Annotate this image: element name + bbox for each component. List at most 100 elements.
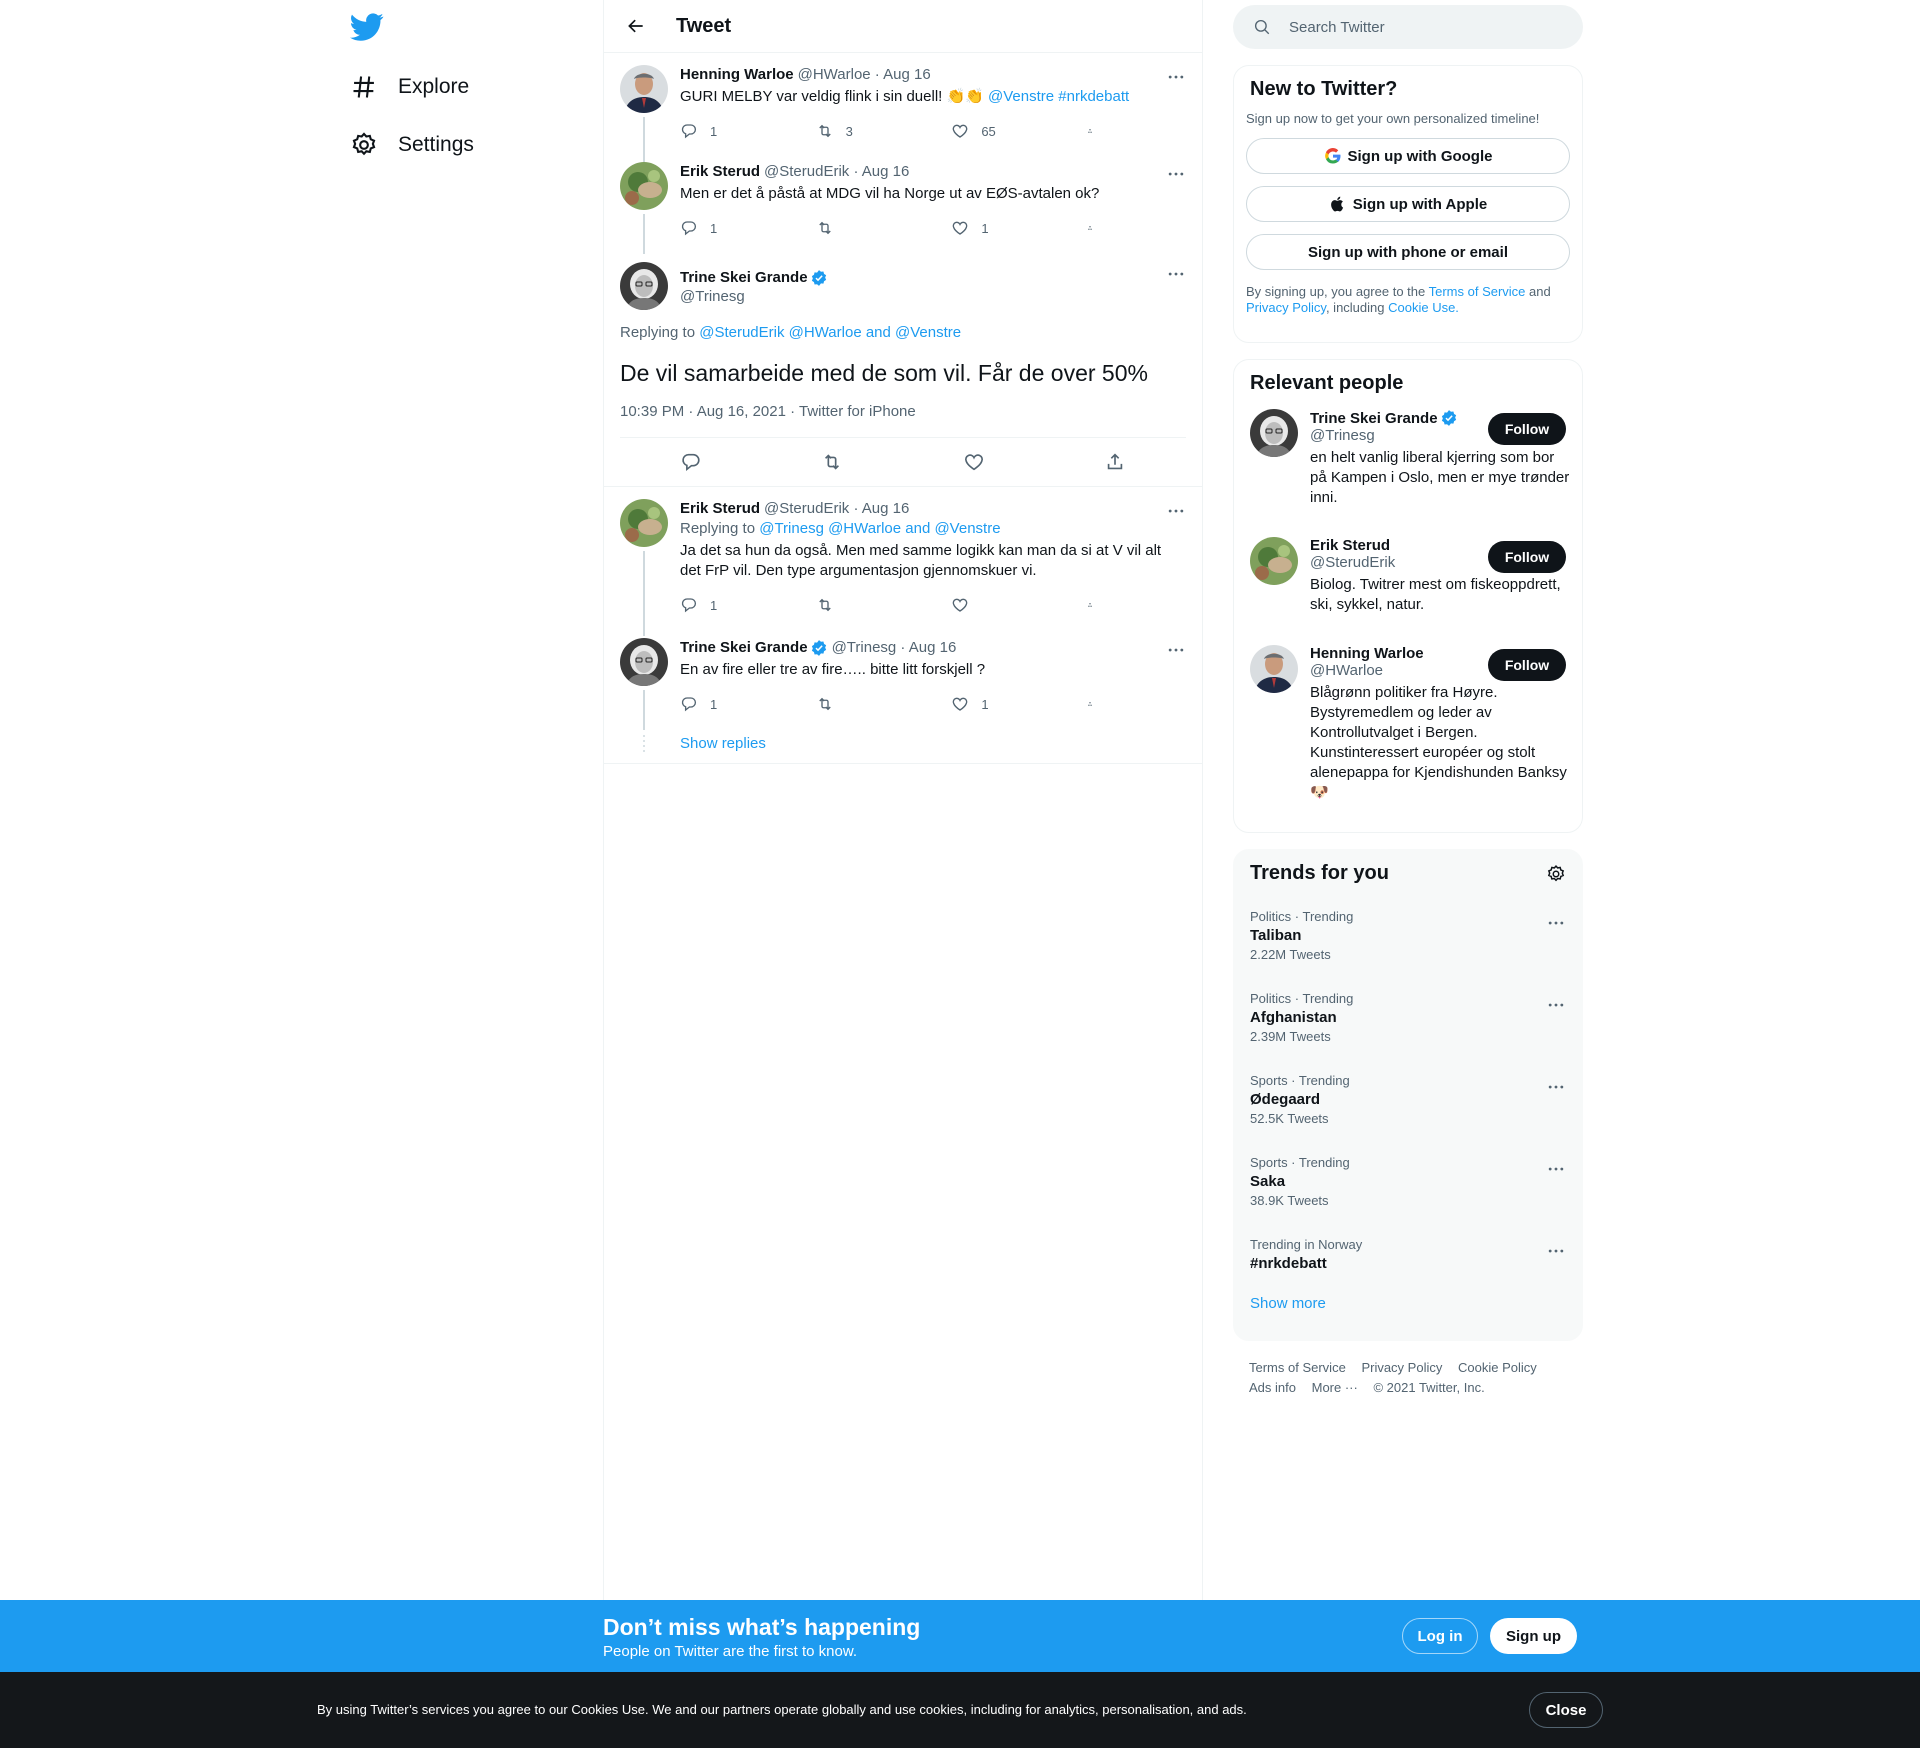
replying-to-users[interactable]: @SterudErik @HWarloe and @Venstre <box>699 324 961 341</box>
login-button[interactable]: Log in <box>1402 1618 1478 1654</box>
person-item[interactable]: Follow Erik Sterud @SterudErik Biolog. T… <box>1234 537 1582 645</box>
author-name[interactable]: Trine Skei Grande <box>680 638 808 658</box>
author-handle[interactable]: @Trinesg <box>680 288 1186 305</box>
avatar[interactable] <box>1250 537 1298 585</box>
retweet-button[interactable] <box>816 596 922 614</box>
more-icon[interactable] <box>1546 913 1566 933</box>
reply-button[interactable]: 1 <box>680 219 786 237</box>
signup-google-button[interactable]: Sign up with Google <box>1246 138 1570 174</box>
trend-item[interactable]: Sports · Trending Saka 38.9K Tweets <box>1234 1143 1582 1225</box>
author-meta[interactable]: @SterudErik · Aug 16 <box>764 499 909 519</box>
avatar[interactable] <box>620 499 668 547</box>
more-icon[interactable] <box>1166 264 1186 284</box>
retweet-button[interactable] <box>816 219 922 237</box>
avatar[interactable] <box>1250 645 1298 693</box>
search-input[interactable] <box>1289 18 1569 36</box>
replying-to-users[interactable]: @Trinesg @HWarloe and @Venstre <box>759 520 1000 537</box>
footer-cookie-link[interactable]: Cookie Policy <box>1458 1360 1537 1375</box>
share-icon[interactable] <box>1104 451 1126 473</box>
trend-item[interactable]: Sports · Trending Ødegaard 52.5K Tweets <box>1234 1061 1582 1143</box>
nav-explore[interactable]: Explore <box>350 67 469 107</box>
footer-more-link[interactable]: More ··· <box>1312 1380 1358 1395</box>
more-icon[interactable] <box>1166 164 1186 184</box>
follow-button[interactable]: Follow <box>1488 649 1566 681</box>
person-item[interactable]: Follow Trine Skei Grande @Trinesg en hel… <box>1234 409 1582 537</box>
show-more-link[interactable]: Show more <box>1234 1287 1582 1320</box>
more-icon[interactable] <box>1166 67 1186 87</box>
tweet-links[interactable]: @Venstre #nrkdebatt <box>988 88 1129 105</box>
trend-item[interactable]: Politics · Trending Afghanistan 2.39M Tw… <box>1234 979 1582 1061</box>
tweet[interactable]: Trine Skei Grande @Trinesg · Aug 16 En a… <box>604 626 1202 730</box>
avatar[interactable] <box>620 638 668 686</box>
twitter-logo-icon[interactable] <box>350 10 384 44</box>
like-button[interactable]: 1 <box>951 219 1057 237</box>
more-icon[interactable] <box>1546 1077 1566 1097</box>
gear-icon[interactable] <box>1546 864 1566 884</box>
cookie-use-link[interactable]: Cookie Use. <box>1388 300 1459 315</box>
author-meta[interactable]: @SterudErik · Aug 16 <box>764 162 909 182</box>
show-replies-link[interactable]: Show replies <box>604 724 1202 764</box>
more-icon[interactable] <box>1166 640 1186 660</box>
footer-terms-link[interactable]: Terms of Service <box>1249 1360 1346 1375</box>
signup-apple-button[interactable]: Sign up with Apple <box>1246 186 1570 222</box>
avatar[interactable] <box>620 162 668 210</box>
reply-count: 1 <box>710 696 718 712</box>
tweet-actions: 1 3 65 <box>680 111 1105 151</box>
back-button[interactable] <box>618 8 654 44</box>
share-button[interactable] <box>1087 596 1105 614</box>
more-icon[interactable] <box>1546 1241 1566 1261</box>
person-item[interactable]: Follow Henning Warloe @HWarloe Blågrønn … <box>1234 645 1582 815</box>
follow-button[interactable]: Follow <box>1488 413 1566 445</box>
person-name[interactable]: Erik Sterud <box>1310 537 1390 554</box>
replying-to-label: Replying to <box>620 324 696 341</box>
terms-link[interactable]: Terms of Service <box>1429 284 1526 299</box>
avatar[interactable] <box>620 65 668 113</box>
share-button[interactable] <box>1087 219 1105 237</box>
tweet-text: En av fire eller tre av fire….. bitte li… <box>680 661 986 678</box>
more-icon[interactable] <box>1166 501 1186 521</box>
like-button[interactable]: 1 <box>951 695 1057 713</box>
like-button[interactable]: 65 <box>951 122 1057 140</box>
share-button[interactable] <box>1087 695 1105 713</box>
tweet[interactable]: Erik Sterud @SterudErik · Aug 16 Men er … <box>604 150 1202 254</box>
reply-button[interactable]: 1 <box>680 122 786 140</box>
author-name[interactable]: Erik Sterud <box>680 162 760 182</box>
more-icon[interactable] <box>1546 1159 1566 1179</box>
signup-phone-button[interactable]: Sign up with phone or email <box>1246 234 1570 270</box>
heart-icon <box>951 122 969 140</box>
search-box[interactable] <box>1233 5 1583 49</box>
like-button[interactable] <box>951 596 1057 614</box>
cookie-close-button[interactable]: Close <box>1529 1692 1603 1728</box>
privacy-link[interactable]: Privacy Policy <box>1246 300 1326 315</box>
author-name[interactable]: Erik Sterud <box>680 499 760 519</box>
retweet-button[interactable] <box>816 695 922 713</box>
tweet[interactable]: Erik Sterud @SterudErik · Aug 16 Replyin… <box>604 487 1202 630</box>
reply-icon <box>680 596 698 614</box>
person-name[interactable]: Henning Warloe <box>1310 645 1424 662</box>
trend-item[interactable]: Trending in Norway #nrkdebatt <box>1234 1225 1582 1287</box>
tweet-timestamp[interactable]: 10:39 PM · Aug 16, 2021 · Twitter for iP… <box>620 403 1186 438</box>
footer-privacy-link[interactable]: Privacy Policy <box>1361 1360 1442 1375</box>
retweet-icon[interactable] <box>821 451 843 473</box>
reply-button[interactable]: 1 <box>680 695 786 713</box>
author-name[interactable]: Henning Warloe <box>680 65 794 85</box>
avatar[interactable] <box>620 262 668 310</box>
retweet-button[interactable]: 3 <box>816 122 922 140</box>
reply-icon[interactable] <box>680 451 702 473</box>
reply-button[interactable]: 1 <box>680 596 786 614</box>
author-name[interactable]: Trine Skei Grande <box>680 268 808 288</box>
trend-item[interactable]: Politics · Trending Taliban 2.22M Tweets <box>1234 897 1582 979</box>
person-name[interactable]: Trine Skei Grande <box>1310 410 1438 427</box>
share-button[interactable] <box>1087 122 1105 140</box>
heart-icon[interactable] <box>963 451 985 473</box>
more-icon[interactable] <box>1546 995 1566 1015</box>
author-meta[interactable]: @HWarloe · Aug 16 <box>798 65 931 85</box>
footer-ads-link[interactable]: Ads info <box>1249 1380 1296 1395</box>
trend-count: 38.9K Tweets <box>1250 1193 1329 1208</box>
follow-button[interactable]: Follow <box>1488 541 1566 573</box>
nav-settings[interactable]: Settings <box>350 125 474 165</box>
tweet[interactable]: Henning Warloe @HWarloe · Aug 16 GURI ME… <box>604 53 1202 162</box>
avatar[interactable] <box>1250 409 1298 457</box>
signup-button[interactable]: Sign up <box>1490 1618 1577 1654</box>
author-meta[interactable]: @Trinesg · Aug 16 <box>832 638 957 658</box>
